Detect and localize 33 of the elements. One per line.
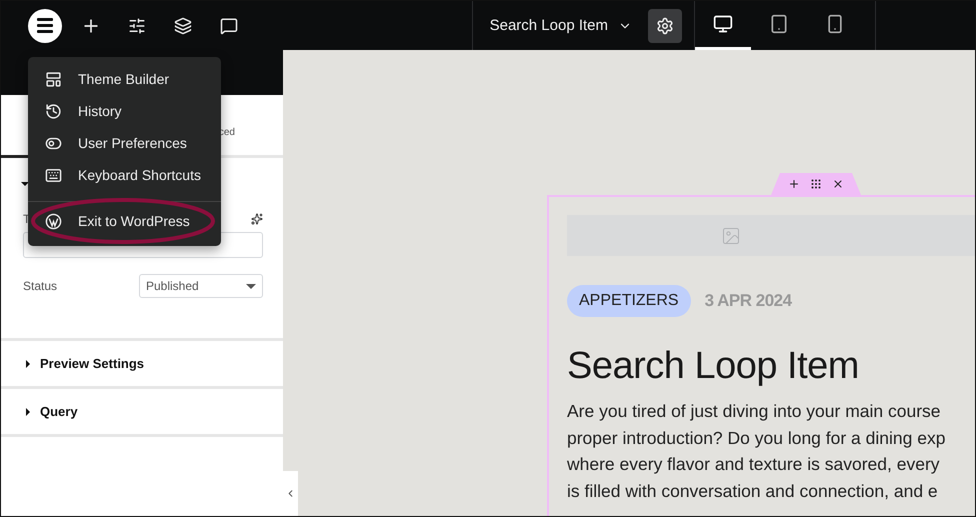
document-title-dropdown[interactable]: Search Loop Item xyxy=(472,1,648,50)
status-label: Status xyxy=(23,279,58,293)
paragraph-line: proper introduction? Do you long for a dining exp xyxy=(567,426,946,450)
drag-icon[interactable] xyxy=(810,178,822,190)
post-heading: Search Loop Item xyxy=(567,345,860,388)
gear-icon xyxy=(656,16,674,34)
layers-icon xyxy=(174,16,192,34)
paragraph-line: where every flavor and texture is savored, every xyxy=(567,453,941,476)
layout-icon xyxy=(45,70,62,88)
image-icon xyxy=(721,226,741,246)
caret-icon xyxy=(26,408,30,416)
history-icon xyxy=(45,102,62,120)
category-badge: APPETIZERS xyxy=(567,285,691,317)
wordpress-icon xyxy=(45,212,62,230)
add-icon[interactable] xyxy=(788,178,800,190)
post-date: 3 APR 2024 xyxy=(704,291,792,311)
status-select[interactable]: Published xyxy=(139,274,263,298)
paragraph-line: is filled with conversation and connection, and e xyxy=(567,480,939,502)
menu-item[interactable]: Keyboard Shortcuts xyxy=(28,159,221,191)
close-icon[interactable] xyxy=(832,178,844,190)
caret-icon xyxy=(26,360,30,368)
tablet-icon xyxy=(769,14,789,34)
page-settings-button[interactable] xyxy=(648,8,682,42)
desktop-icon xyxy=(713,14,733,34)
menu-button[interactable] xyxy=(28,8,62,42)
sparkle-icon[interactable] xyxy=(251,213,263,225)
speech-bubble-icon xyxy=(220,16,238,34)
menu-item[interactable]: Exit to WordPress xyxy=(28,201,221,240)
menu-item[interactable]: User Preferences xyxy=(28,127,221,159)
sliders-icon xyxy=(128,16,146,34)
keyboard-icon xyxy=(45,166,62,184)
menu-item[interactable]: History xyxy=(28,95,221,127)
paragraph-line: Are you tired of just diving into your main course xyxy=(567,400,942,423)
